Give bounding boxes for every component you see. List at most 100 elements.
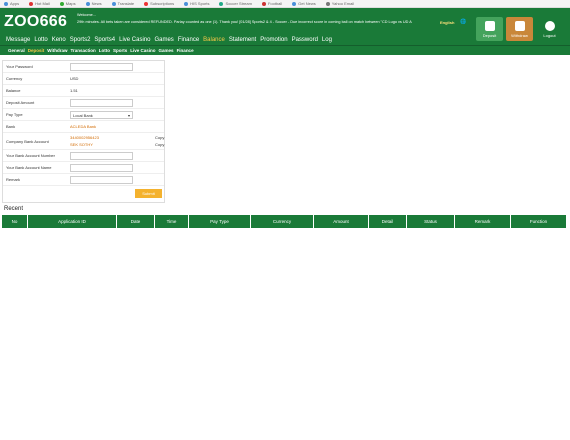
deposit-amount-input[interactable]	[70, 99, 133, 107]
column-header: Application ID	[28, 215, 117, 228]
announcement-ticker: Welcome... 29th minutes. All bets taken …	[77, 12, 470, 26]
your-bank-name-input[interactable]	[70, 164, 133, 172]
withdraw-button[interactable]: Withdraw	[506, 17, 533, 41]
chevron-down-icon: ▾	[127, 112, 130, 118]
recent-table-header: No Application ID Date Time Pay Type Cur…	[2, 215, 566, 228]
submit-button[interactable]: Submit	[135, 189, 162, 198]
column-header: Remark	[455, 215, 511, 228]
deposit-form: Your Password Currency USD Balance 1.51 …	[2, 60, 165, 203]
column-header: No	[2, 215, 28, 228]
currency-row: Currency USD	[3, 73, 164, 85]
language-selector[interactable]: English	[440, 20, 454, 25]
pay-type-select[interactable]: Local Bank ▾	[70, 111, 133, 119]
company-bank-name: SEK SOTHY	[70, 142, 93, 147]
bookmark-icon	[59, 1, 64, 6]
nav-balance[interactable]: Balance	[203, 37, 225, 43]
subnav-transaction[interactable]: Transaction	[71, 48, 96, 53]
column-header: Pay Type	[189, 215, 251, 228]
nav-promotion[interactable]: Promotion	[260, 37, 287, 43]
bookmark-item[interactable]: News	[85, 1, 102, 6]
currency-label: Currency	[6, 76, 23, 81]
deposit-icon	[484, 20, 495, 31]
bookmark-item[interactable]: Apps	[4, 1, 19, 6]
nav-password[interactable]: Password	[292, 37, 318, 43]
bank-row: Bank ACLEDA Bank	[3, 121, 164, 133]
deposit-button[interactable]: Deposit	[476, 17, 503, 41]
site-header: ZOO666 Welcome... 29th minutes. All bets…	[0, 8, 570, 41]
currency-value: USD	[70, 76, 79, 81]
copy-account-name-button[interactable]: Copy	[155, 142, 164, 147]
nav-message[interactable]: Message	[6, 37, 30, 43]
bookmark-item[interactable]: Subscriptions	[144, 1, 174, 6]
nav-lotto[interactable]: Lotto	[34, 37, 47, 43]
bookmark-item[interactable]: Get News	[292, 1, 316, 6]
subnav-live-casino[interactable]: Live Casino	[130, 48, 155, 53]
nav-log[interactable]: Log	[322, 37, 332, 43]
column-header: Detail	[369, 215, 407, 228]
subnav-deposit[interactable]: Deposit	[28, 48, 45, 53]
your-bank-number-input[interactable]	[70, 152, 133, 160]
bookmark-item[interactable]: Maps	[59, 1, 76, 6]
bookmark-icon	[219, 1, 224, 6]
subnav-general[interactable]: General	[8, 48, 25, 53]
bookmark-item[interactable]: Translate	[111, 1, 134, 6]
bookmark-icon	[29, 1, 34, 6]
nav-live-casino[interactable]: Live Casino	[119, 37, 150, 43]
nav-keno[interactable]: Keno	[52, 37, 66, 43]
nav-finance[interactable]: Finance	[178, 37, 199, 43]
bookmark-item[interactable]: Football	[261, 1, 282, 6]
bookmark-icon	[111, 1, 116, 6]
your-bank-name-label: Your Bank Account Name	[6, 165, 52, 170]
logout-button[interactable]: Logout	[536, 17, 563, 41]
bookmark-icon	[184, 1, 189, 6]
subnav-sports[interactable]: Sports	[113, 48, 127, 53]
company-bank-number: 3440002956423	[70, 135, 99, 140]
bookmark-icon	[325, 1, 330, 6]
bookmark-icon	[292, 1, 297, 6]
announcement-line: 29th minutes. All bets taken are conside…	[77, 20, 412, 24]
subnav-lotto[interactable]: Lotto	[99, 48, 110, 53]
bookmark-icon	[144, 1, 149, 6]
balance-row: Balance 1.51	[3, 85, 164, 97]
pay-type-label: Pay Type	[6, 112, 23, 117]
bookmark-item[interactable]: HIS Sports	[184, 1, 209, 6]
bank-label: Bank	[6, 124, 16, 129]
bookmark-icon	[4, 1, 8, 6]
recent-title: Recent	[4, 206, 24, 212]
column-header: Status	[407, 215, 455, 228]
withdraw-icon	[514, 20, 525, 31]
subnav-games[interactable]: Games	[159, 48, 174, 53]
nav-sports2[interactable]: Sports2	[70, 37, 91, 43]
column-header: Function	[529, 219, 548, 224]
logout-icon	[544, 20, 555, 31]
copy-account-number-button[interactable]: Copy	[155, 135, 164, 140]
company-bank-label: Company Bank Account	[6, 138, 49, 144]
subnav-withdraw[interactable]: Withdraw	[47, 48, 67, 53]
site-logo[interactable]: ZOO666	[0, 13, 73, 31]
bookmark-item[interactable]: Soccer Stream	[219, 1, 252, 6]
bookmark-icon	[85, 1, 90, 6]
nav-statement[interactable]: Statement	[229, 37, 256, 43]
company-bank-info: 3440002956423 SEK SOTHY	[65, 135, 99, 147]
column-header: Currency	[251, 215, 314, 228]
your-bank-number-label: Your Bank Account Number	[6, 153, 55, 158]
password-label: Your Password	[6, 64, 33, 69]
company-bank-row: Company Bank Account 3440002956423 SEK S…	[3, 133, 164, 150]
deposit-amount-label: Deposit Amount	[6, 100, 35, 105]
remark-input[interactable]	[70, 176, 133, 184]
subnav-finance[interactable]: Finance	[177, 48, 194, 53]
bookmarks-bar: Apps Hot Mail Maps News Translate Subscr…	[0, 0, 570, 8]
nav-games[interactable]: Games	[154, 37, 173, 43]
remark-label: Remark	[6, 177, 21, 182]
password-input[interactable]	[70, 63, 133, 71]
sub-nav: General Deposit Withdraw Transaction Lot…	[0, 45, 570, 55]
bookmark-icon	[261, 1, 266, 6]
column-header: Amount	[314, 215, 369, 228]
bank-value: ACLEDA Bank	[70, 124, 97, 129]
pay-type-value: Local Bank	[73, 112, 93, 118]
bookmark-item[interactable]: Yahoo Email	[325, 1, 354, 6]
column-header: Date	[117, 215, 155, 228]
nav-sports4[interactable]: Sports4	[94, 37, 115, 43]
globe-icon[interactable]: 🌐	[460, 19, 466, 25]
bookmark-item[interactable]: Hot Mail	[29, 1, 50, 6]
